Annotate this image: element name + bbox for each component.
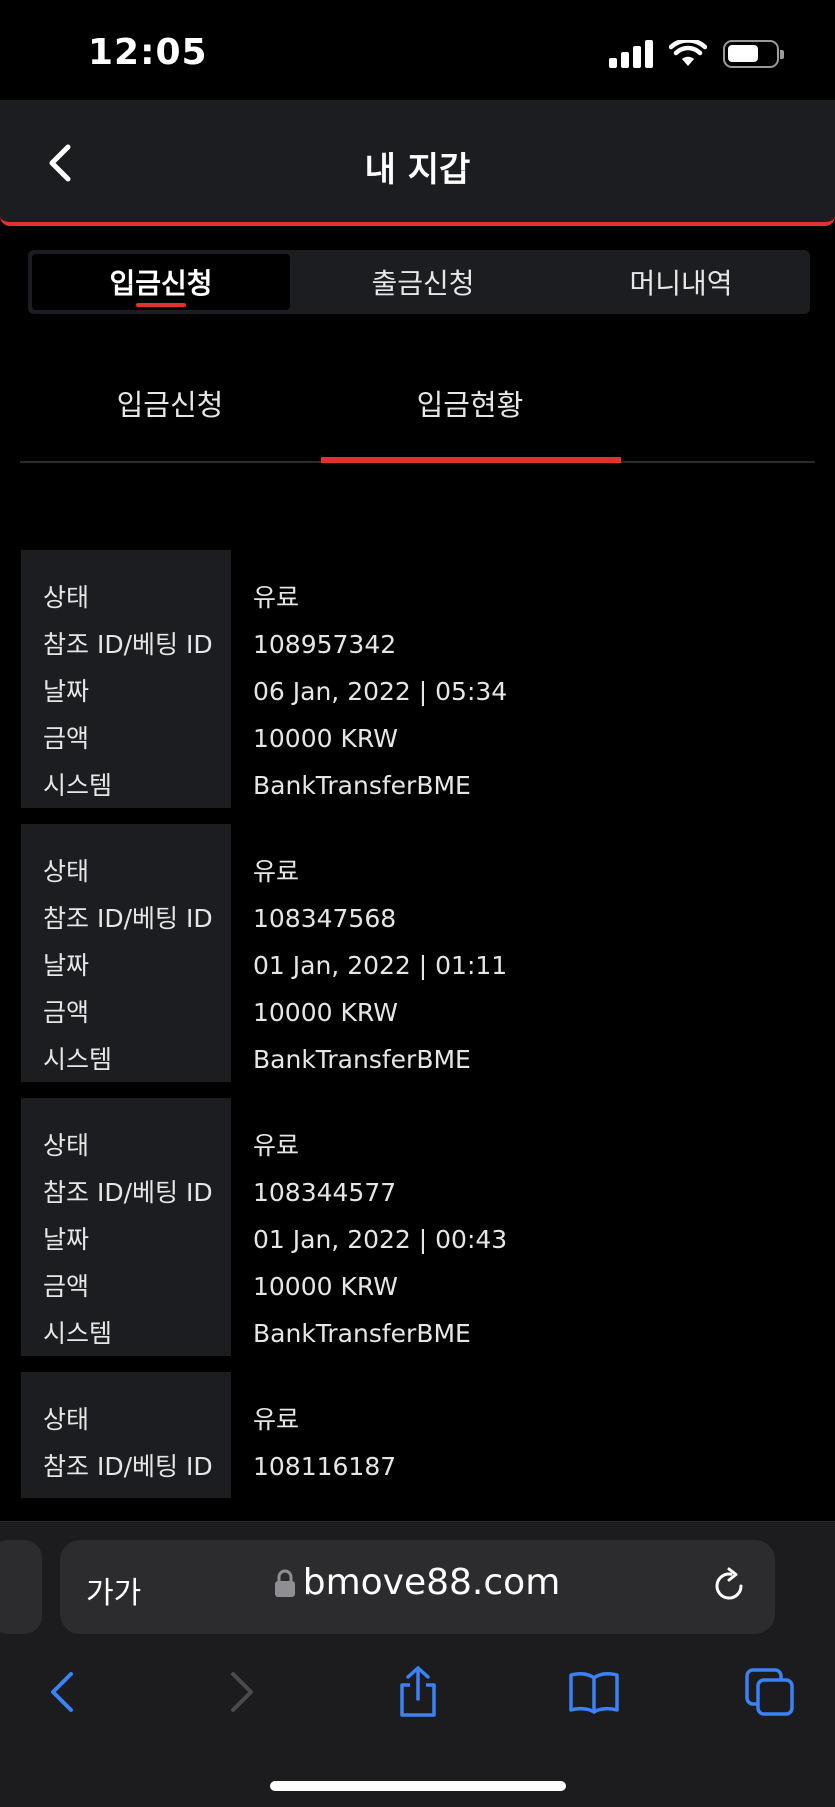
page-header: 내 지갑 <box>0 100 835 226</box>
reload-button[interactable] <box>709 1566 749 1610</box>
record-labels: 상태 참조 ID/베팅 ID <box>21 1372 231 1498</box>
record-labels: 상태 참조 ID/베팅 ID 날짜 금액 시스템 <box>21 550 231 808</box>
value-status: 유료 <box>253 857 300 886</box>
status-time: 12:05 <box>88 32 208 73</box>
url-text: bmove88.com <box>302 1562 561 1603</box>
value-status: 유료 <box>253 1405 300 1434</box>
label-system: 시스템 <box>43 771 113 800</box>
label-ref-id: 참조 ID/베팅 ID <box>43 630 213 659</box>
book-icon <box>569 1672 619 1714</box>
list-item: 상태 참조 ID/베팅 ID 유료 108116187 <box>21 1372 821 1498</box>
previous-tab-preview[interactable] <box>0 1540 42 1634</box>
list-item: 상태 참조 ID/베팅 ID 날짜 금액 시스템 유료 108344577 01… <box>21 1098 821 1356</box>
value-date: 06 Jan, 2022 | 05:34 <box>253 677 508 706</box>
value-date: 01 Jan, 2022 | 00:43 <box>253 1225 508 1254</box>
wallet-segment-control: 입금신청 출금신청 머니내역 <box>28 250 810 314</box>
browser-forward-button[interactable] <box>212 1662 272 1722</box>
value-system: BankTransferBME <box>253 771 471 800</box>
tab-deposit-status[interactable]: 입금현황 <box>320 382 620 424</box>
value-system: BankTransferBME <box>253 1319 471 1348</box>
value-status: 유료 <box>253 583 300 612</box>
status-icons <box>609 40 784 68</box>
deposit-record-list: 상태 참조 ID/베팅 ID 날짜 금액 시스템 유료 108957342 06… <box>21 550 821 1514</box>
label-status: 상태 <box>43 1405 90 1434</box>
signal-icon <box>609 40 653 68</box>
label-system: 시스템 <box>43 1319 113 1348</box>
tabs-button[interactable] <box>740 1662 800 1722</box>
record-values: 유료 108344577 01 Jan, 2022 | 00:43 10000 … <box>231 1098 821 1356</box>
browser-toolbar <box>0 1662 835 1742</box>
browser-back-button[interactable] <box>32 1662 92 1722</box>
record-values: 유료 108957342 06 Jan, 2022 | 05:34 10000 … <box>231 550 821 808</box>
value-status: 유료 <box>253 1131 300 1160</box>
tab-deposit-request[interactable]: 입금신청 <box>20 382 320 424</box>
browser-bottom-bar: 가가 bmove88.com <box>0 1521 835 1807</box>
chevron-right-icon <box>231 1672 253 1712</box>
reload-icon <box>715 1567 743 1600</box>
battery-icon <box>723 40 784 68</box>
home-indicator <box>270 1781 566 1791</box>
label-date: 날짜 <box>43 1225 90 1254</box>
page-title: 내 지갑 <box>364 150 471 190</box>
active-tab-indicator <box>321 457 621 463</box>
share-icon <box>400 1666 436 1717</box>
segment-label: 출금신청 <box>371 267 475 300</box>
chevron-left-icon <box>51 1672 73 1712</box>
segment-deposit-request[interactable]: 입금신청 <box>32 254 290 310</box>
label-ref-id: 참조 ID/베팅 ID <box>43 1178 213 1207</box>
label-date: 날짜 <box>43 951 90 980</box>
label-amount: 금액 <box>43 1272 90 1301</box>
share-button[interactable] <box>388 1662 448 1722</box>
value-amount: 10000 KRW <box>253 998 398 1027</box>
label-amount: 금액 <box>43 998 90 1027</box>
bookmarks-button[interactable] <box>564 1662 624 1722</box>
label-system: 시스템 <box>43 1045 113 1074</box>
wifi-icon <box>669 40 707 66</box>
value-ref-id: 108344577 <box>253 1178 397 1207</box>
tabs-icon <box>745 1668 794 1716</box>
value-ref-id: 108347568 <box>253 904 397 933</box>
active-indicator <box>136 303 186 307</box>
value-system: BankTransferBME <box>253 1045 471 1074</box>
lock-icon <box>274 1569 295 1597</box>
value-amount: 10000 KRW <box>253 724 398 753</box>
deposit-subtabs: 입금신청 입금현황 <box>20 340 815 463</box>
list-item: 상태 참조 ID/베팅 ID 날짜 금액 시스템 유료 108957342 06… <box>21 550 821 808</box>
list-item: 상태 참조 ID/베팅 ID 날짜 금액 시스템 유료 108347568 01… <box>21 824 821 1082</box>
value-amount: 10000 KRW <box>253 1272 398 1301</box>
label-ref-id: 참조 ID/베팅 ID <box>43 904 213 933</box>
label-status: 상태 <box>43 583 90 612</box>
label-amount: 금액 <box>43 724 90 753</box>
label-status: 상태 <box>43 1131 90 1160</box>
value-ref-id: 108116187 <box>253 1452 397 1481</box>
segment-label: 머니내역 <box>629 267 733 300</box>
label-date: 날짜 <box>43 677 90 706</box>
record-labels: 상태 참조 ID/베팅 ID 날짜 금액 시스템 <box>21 1098 231 1356</box>
url-display[interactable]: bmove88.com <box>60 1562 775 1603</box>
label-status: 상태 <box>43 857 90 886</box>
label-ref-id: 참조 ID/베팅 ID <box>43 1452 213 1481</box>
record-values: 유료 108347568 01 Jan, 2022 | 01:11 10000 … <box>231 824 821 1082</box>
status-bar: 12:05 <box>0 0 835 100</box>
record-values: 유료 108116187 <box>231 1372 821 1498</box>
record-labels: 상태 참조 ID/베팅 ID 날짜 금액 시스템 <box>21 824 231 1082</box>
value-date: 01 Jan, 2022 | 01:11 <box>253 951 508 980</box>
segment-money-history[interactable]: 머니내역 <box>552 250 810 314</box>
value-ref-id: 108957342 <box>253 630 397 659</box>
segment-withdraw-request[interactable]: 출금신청 <box>294 250 552 314</box>
address-bar[interactable]: 가가 bmove88.com <box>60 1540 775 1634</box>
segment-label: 입금신청 <box>109 267 213 300</box>
